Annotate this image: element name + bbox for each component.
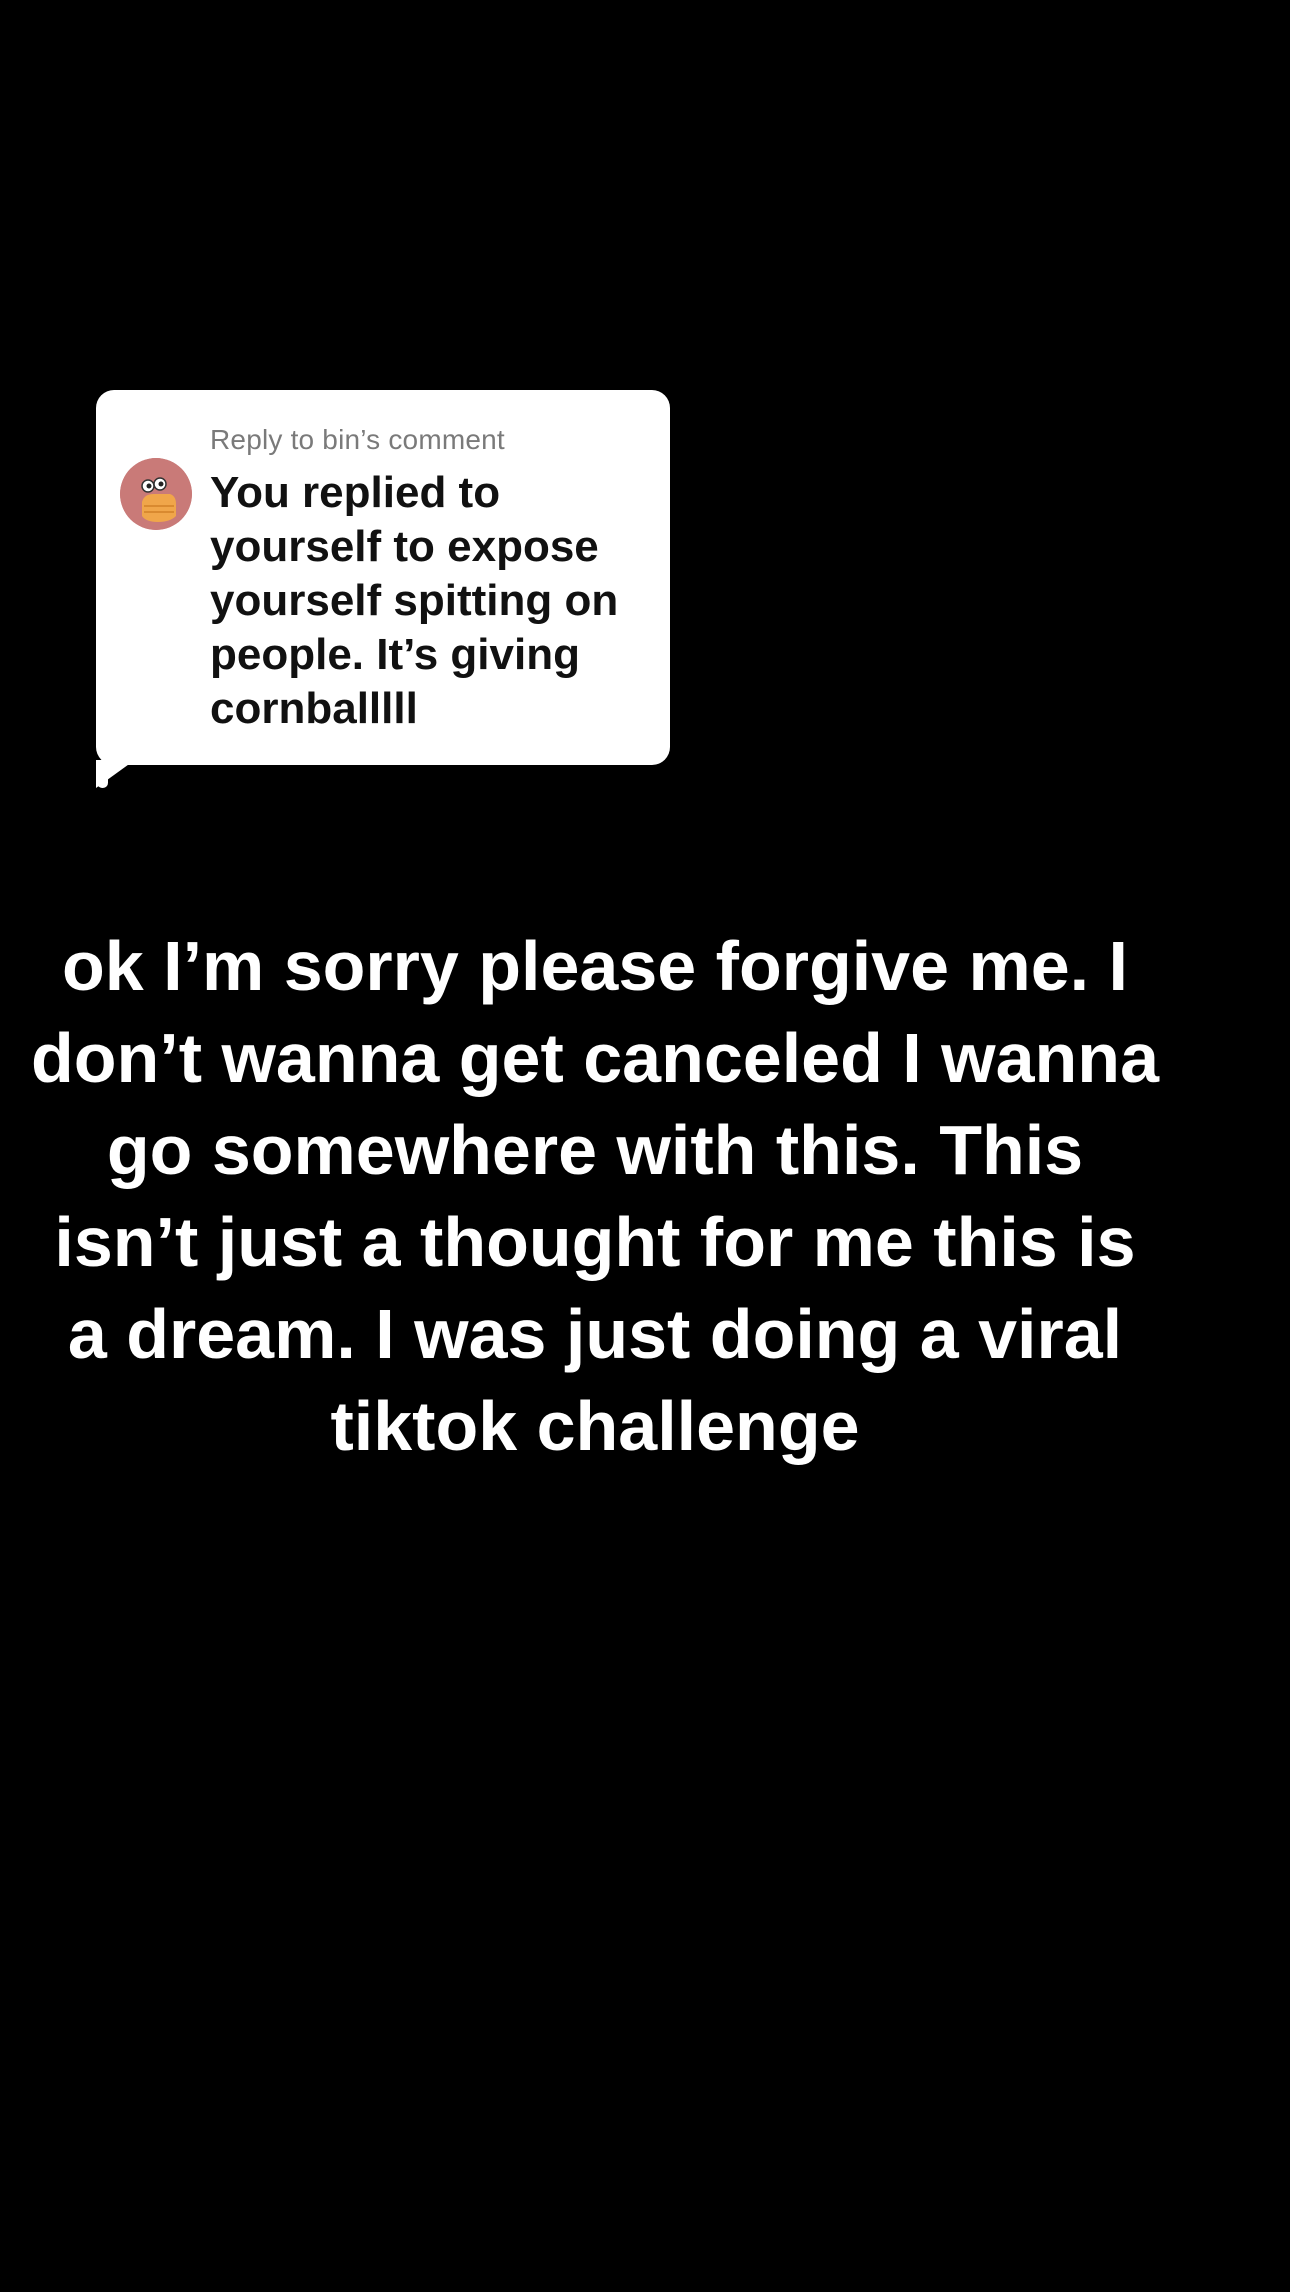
commenter-avatar[interactable]	[120, 458, 192, 530]
cartoon-avatar-icon	[120, 458, 192, 530]
quoted-comment-text: You replied to yourself to expose yourse…	[210, 468, 619, 733]
reply-to-label: Reply to bin’s comment	[210, 424, 505, 455]
video-caption-text: ok I’m sorry please forgive me. I don’t …	[31, 927, 1159, 1465]
bubble-tail-corner	[96, 760, 108, 788]
reply-comment-bubble[interactable]: Reply to bin’s comment You replied to yo…	[96, 390, 670, 765]
